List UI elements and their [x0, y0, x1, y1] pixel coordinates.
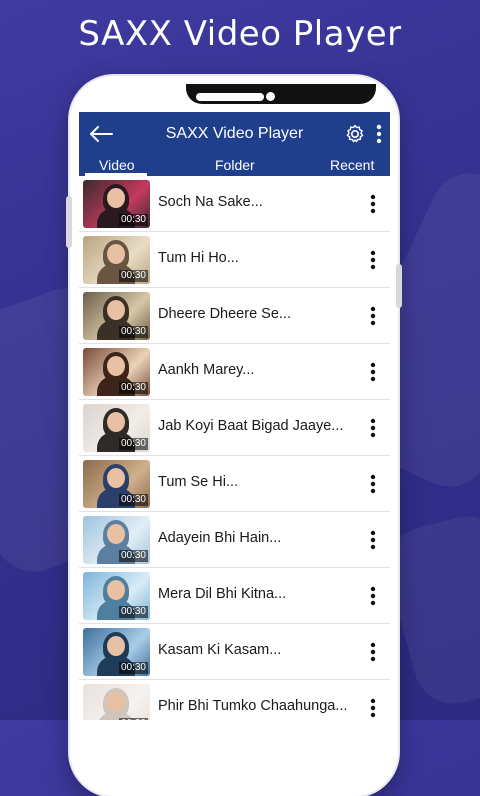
video-title: Dheere Dheere Se...: [158, 306, 291, 322]
thumbnail-figure: [107, 468, 125, 488]
video-list-item[interactable]: 00:30 Tum Se Hi...: [79, 456, 390, 512]
video-title: Aankh Marey...: [158, 362, 255, 378]
video-thumbnail: 00:30: [83, 292, 150, 340]
thumbnail-figure: [107, 300, 125, 320]
more-vertical-icon: [376, 124, 382, 144]
video-list-item[interactable]: 00:30 Adayein Bhi Hain...: [79, 512, 390, 568]
more-vertical-icon: [370, 642, 376, 662]
video-options-button[interactable]: [366, 527, 380, 553]
video-thumbnail: 00:30: [83, 628, 150, 676]
video-thumbnail: 00:30: [83, 460, 150, 508]
video-thumbnail: 00:30: [83, 516, 150, 564]
video-options-button[interactable]: [366, 583, 380, 609]
video-duration: 00:30: [118, 494, 148, 506]
video-options-button[interactable]: [366, 415, 380, 441]
video-title: Tum Se Hi...: [158, 474, 239, 490]
tab-folder[interactable]: Folder: [215, 157, 255, 173]
phone-speaker: [196, 93, 264, 101]
video-options-button[interactable]: [366, 191, 380, 217]
video-duration: 00:30: [118, 550, 148, 562]
video-title: Kasam Ki Kasam...: [158, 642, 282, 658]
video-list-item[interactable]: 00:30 Dheere Dheere Se...: [79, 288, 390, 344]
video-options-button[interactable]: [366, 471, 380, 497]
more-vertical-icon: [370, 250, 376, 270]
video-list: 00:30 Soch Na Sake... 00:30 Tum Hi Ho... 00:…: [79, 176, 390, 720]
video-duration: 00:30: [118, 438, 148, 450]
video-list-item[interactable]: 00:30 Kasam Ki Kasam...: [79, 624, 390, 680]
video-thumbnail: 00:30: [83, 684, 150, 720]
video-list-item[interactable]: 00:30 Aankh Marey...: [79, 344, 390, 400]
phone-side-button: [66, 196, 72, 248]
video-thumbnail: 00:30: [83, 348, 150, 396]
thumbnail-figure: [107, 692, 125, 712]
gear-icon: [346, 124, 364, 143]
thumbnail-figure: [107, 188, 125, 208]
thumbnail-figure: [107, 636, 125, 656]
phone-side-button: [396, 264, 402, 308]
video-list-item[interactable]: 00:30 Soch Na Sake...: [79, 176, 390, 232]
video-title: Soch Na Sake...: [158, 194, 263, 210]
video-title: Mera Dil Bhi Kitna...: [158, 586, 287, 602]
more-vertical-icon: [370, 194, 376, 214]
video-options-button[interactable]: [366, 359, 380, 385]
video-duration: 00:30: [118, 326, 148, 338]
overflow-menu-button[interactable]: [372, 122, 386, 146]
video-title: Adayein Bhi Hain...: [158, 530, 282, 546]
promo-title: SAXX Video Player: [78, 14, 402, 54]
video-list-item[interactable]: 00:30 Mera Dil Bhi Kitna...: [79, 568, 390, 624]
video-options-button[interactable]: [366, 639, 380, 665]
video-thumbnail: 00:30: [83, 404, 150, 452]
thumbnail-figure: [107, 412, 125, 432]
phone-camera: [266, 92, 275, 101]
tab-video[interactable]: Video: [99, 157, 135, 173]
video-title: Phir Bhi Tumko Chaahunga...: [158, 698, 348, 714]
video-duration: 00:30: [118, 606, 148, 618]
video-duration: 00:30: [118, 662, 148, 674]
thumbnail-figure: [107, 580, 125, 600]
more-vertical-icon: [370, 306, 376, 326]
video-thumbnail: 00:30: [83, 236, 150, 284]
tab-recent[interactable]: Recent: [330, 157, 374, 173]
more-vertical-icon: [370, 362, 376, 382]
video-title: Tum Hi Ho...: [158, 250, 239, 266]
more-vertical-icon: [370, 698, 376, 718]
tab-bar: Video Folder Recent: [79, 152, 390, 176]
video-list-item[interactable]: 00:30 Tum Hi Ho...: [79, 232, 390, 288]
thumbnail-figure: [107, 356, 125, 376]
video-thumbnail: 00:30: [83, 180, 150, 228]
video-options-button[interactable]: [366, 247, 380, 273]
video-duration: 00:30: [118, 382, 148, 394]
video-list-item[interactable]: 00:30 Phir Bhi Tumko Chaahunga...: [79, 680, 390, 720]
more-vertical-icon: [370, 586, 376, 606]
video-thumbnail: 00:30: [83, 572, 150, 620]
video-duration: 00:30: [118, 270, 148, 282]
video-duration: 00:30: [118, 214, 148, 226]
settings-button[interactable]: [343, 122, 367, 146]
video-options-button[interactable]: [366, 695, 380, 720]
thumbnail-figure: [107, 524, 125, 544]
video-options-button[interactable]: [366, 303, 380, 329]
more-vertical-icon: [370, 530, 376, 550]
more-vertical-icon: [370, 418, 376, 438]
video-title: Jab Koyi Baat Bigad Jaaye...: [158, 418, 344, 434]
video-list-item[interactable]: 00:30 Jab Koyi Baat Bigad Jaaye...: [79, 400, 390, 456]
app-bar: SAXX Video Player Video Folder Recent: [79, 112, 390, 176]
app-screen: SAXX Video Player Video Folder Recent 00…: [79, 112, 390, 720]
thumbnail-figure: [107, 244, 125, 264]
more-vertical-icon: [370, 474, 376, 494]
